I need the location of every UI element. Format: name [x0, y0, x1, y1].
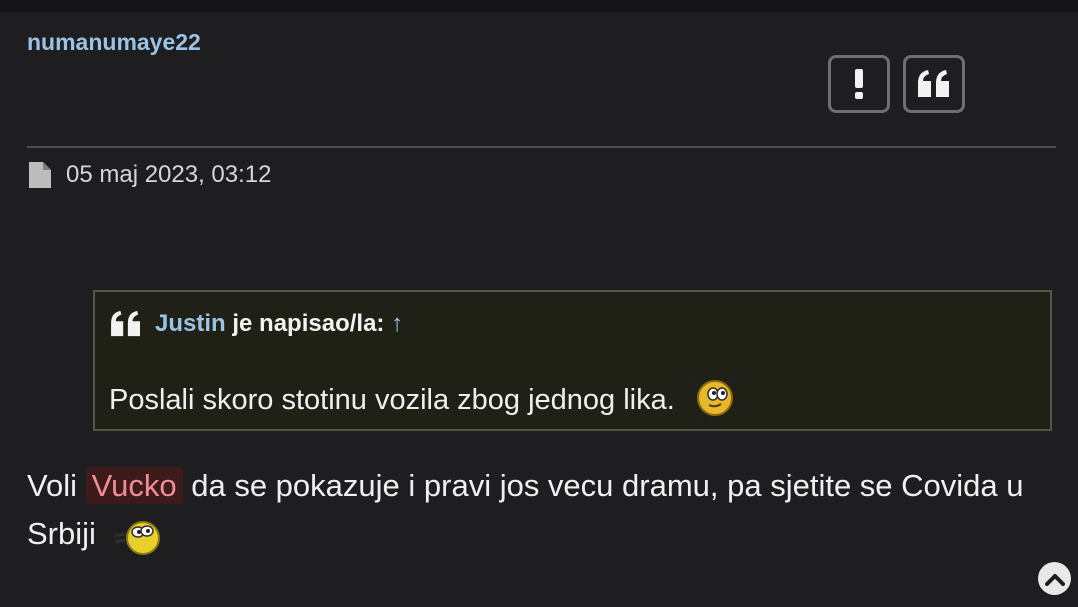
quote-block: Justin je napisao/la: ↑ Poslali skoro st…	[93, 290, 1052, 431]
smiley-wink-icon	[113, 516, 163, 556]
quote-text-content: Poslali skoro stotinu vozila zbog jednog…	[109, 383, 675, 416]
top-bar	[0, 0, 1078, 12]
quote-icon	[916, 69, 952, 99]
post-author-link[interactable]: numanumaye22	[27, 29, 201, 56]
quote-text: Poslali skoro stotinu vozila zbog jednog…	[109, 372, 747, 428]
file-icon	[28, 161, 52, 189]
header-divider	[27, 146, 1056, 148]
post-body: Voli Vucko da se pokazuje i pravi jos ve…	[27, 462, 1027, 558]
quote-suffix: je napisao/la:	[232, 310, 385, 337]
quote-button[interactable]	[903, 55, 965, 113]
chevron-up-icon	[1044, 572, 1065, 586]
exclamation-icon	[852, 69, 866, 99]
smiley-eyeroll-icon	[683, 372, 747, 428]
scroll-to-top-button[interactable]	[1038, 562, 1071, 595]
post-date: 05 maj 2023, 03:12	[66, 161, 272, 188]
quote-header: Justin je napisao/la: ↑	[109, 310, 403, 338]
quote-jump-link[interactable]: ↑	[391, 310, 403, 337]
mention-tag[interactable]: Vucko	[85, 467, 183, 504]
body-text-before: Voli	[27, 468, 86, 503]
post-meta: 05 maj 2023, 03:12	[28, 160, 272, 190]
quote-mark-icon	[109, 310, 143, 338]
report-button[interactable]	[828, 55, 890, 113]
quote-author-link[interactable]: Justin	[155, 310, 226, 337]
